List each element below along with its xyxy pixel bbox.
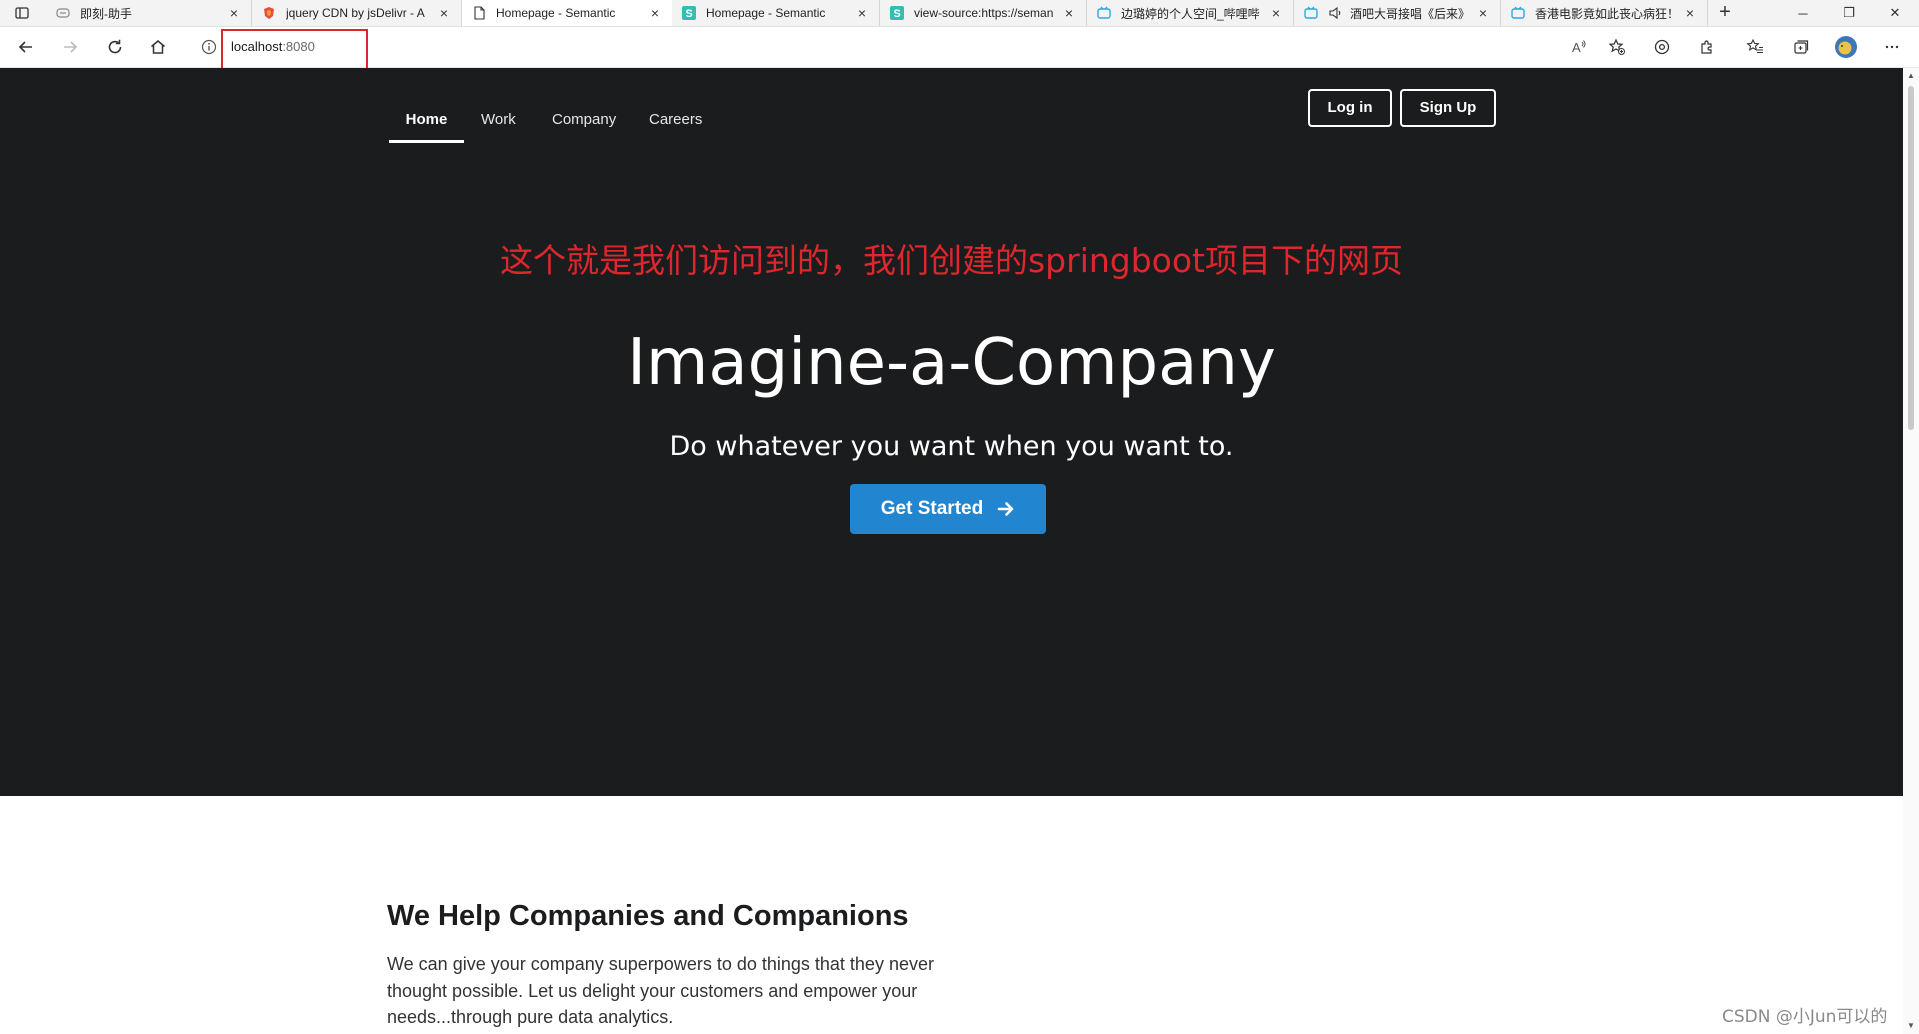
close-icon[interactable]: × <box>227 6 241 20</box>
minimize-button[interactable]: ─ <box>1780 0 1826 26</box>
svg-text:S: S <box>893 8 900 20</box>
new-tab-button[interactable]: + <box>1714 2 1736 24</box>
read-aloud-button[interactable]: A <box>1568 36 1590 58</box>
scroll-down-icon[interactable]: ▼ <box>1907 1022 1915 1030</box>
hero-segment: Home Work Company Careers Log in Sign Up… <box>0 68 1903 796</box>
tab-jsdelivr[interactable]: jquery CDN by jsDelivr - A × <box>252 0 462 26</box>
collections-button[interactable] <box>1790 36 1812 58</box>
nav-careers[interactable]: Careers <box>649 100 702 140</box>
speaker-icon[interactable] <box>1328 6 1342 20</box>
tracking-button[interactable] <box>1651 36 1673 58</box>
tab-title: Homepage - Semantic <box>496 6 616 20</box>
close-window-button[interactable]: ✕ <box>1872 0 1918 26</box>
bilibili-icon <box>1097 6 1111 20</box>
puzzle-icon <box>1701 40 1712 54</box>
tab-title: jquery CDN by jsDelivr - A <box>286 6 425 20</box>
extensions-button[interactable] <box>1696 36 1718 58</box>
semantic-s-icon: S <box>682 6 696 20</box>
close-icon[interactable]: × <box>855 6 869 20</box>
close-icon[interactable]: × <box>1476 6 1490 20</box>
page-scrollbar[interactable]: ▲ ▼ <box>1903 68 1919 1034</box>
arrow-right-icon <box>997 502 1014 516</box>
home-icon <box>151 40 165 54</box>
globe-icon <box>56 6 70 20</box>
arrow-right-icon <box>64 41 78 53</box>
arrow-left-icon <box>18 41 32 53</box>
collections-icon <box>1794 40 1809 54</box>
get-started-button[interactable]: Get Started <box>850 484 1046 534</box>
info-icon[interactable] <box>201 39 217 55</box>
refresh-icon <box>108 39 122 54</box>
nav-work[interactable]: Work <box>481 100 516 140</box>
read-aloud-icon: A <box>1572 40 1586 55</box>
tab-title: Homepage - Semantic <box>706 6 826 20</box>
tab-view-source[interactable]: S view-source:https://seman × <box>880 0 1087 26</box>
page-icon <box>472 6 486 20</box>
svg-text:A: A <box>1572 40 1581 55</box>
svg-text:S: S <box>685 8 692 20</box>
semantic-s-icon: S <box>890 6 904 20</box>
page-viewport: Home Work Company Careers Log in Sign Up… <box>0 68 1903 1034</box>
get-started-label: Get Started <box>880 498 984 519</box>
signup-button[interactable]: Sign Up <box>1400 89 1496 127</box>
close-icon[interactable]: × <box>1062 6 1076 20</box>
eye-icon <box>1654 39 1670 55</box>
tab-strip: 即刻-助手 × jquery CDN by jsDelivr - A × Hom… <box>0 0 1919 27</box>
close-icon[interactable]: × <box>1269 6 1283 20</box>
tab-title: 即刻-助手 <box>80 6 132 21</box>
section-body: We can give your company superpowers to … <box>387 954 934 1027</box>
favorites-list-icon <box>1746 38 1763 54</box>
tab-title: view-source:https://seman <box>914 6 1054 20</box>
add-favorite-button[interactable] <box>1606 36 1628 58</box>
profile-avatar[interactable] <box>1834 35 1858 59</box>
forward-button[interactable] <box>59 36 81 58</box>
refresh-button[interactable] <box>104 36 126 58</box>
tab-bilibili-film[interactable]: 香港电影竟如此丧心病狂！ × <box>1501 0 1708 26</box>
address-bar[interactable]: localhost:8080 <box>195 31 1622 63</box>
back-button[interactable] <box>15 36 37 58</box>
tab-title: 边璐婷的个人空间_哔哩哔 <box>1121 6 1260 21</box>
tab-homepage[interactable]: S Homepage - Semantic × <box>672 0 880 26</box>
content-section: We Help Companies and Companions We can … <box>0 796 1903 1034</box>
csdn-watermark: CSDN @小Jun可以的 <box>1722 1007 1888 1027</box>
close-icon[interactable]: × <box>648 6 662 20</box>
restore-button[interactable]: ❐ <box>1826 0 1872 26</box>
scroll-up-icon[interactable]: ▲ <box>1907 72 1915 80</box>
close-icon[interactable]: × <box>1683 6 1697 20</box>
scrollbar-thumb[interactable] <box>1908 86 1914 430</box>
hero-subtitle: Do whatever you want when you want to. <box>669 431 1234 462</box>
section-heading: We Help Companies and Companions <box>387 900 909 932</box>
star-add-icon <box>1608 38 1625 55</box>
tab-title: 酒吧大哥接唱《后来》 <box>1350 6 1470 21</box>
login-button[interactable]: Log in <box>1308 89 1392 127</box>
more-icon <box>1885 45 1899 49</box>
tab-jike[interactable]: 即刻-助手 × <box>46 0 252 26</box>
tab-homepage-active[interactable]: Homepage - Semantic × <box>462 0 672 26</box>
nav-home[interactable]: Home <box>389 100 464 143</box>
hero-title: Imagine-a-Company <box>627 326 1276 400</box>
annotation-text: 这个就是我们访问到的，我们创建的springboot项目下的网页 <box>499 241 1403 280</box>
close-icon[interactable]: × <box>437 6 451 20</box>
bilibili-icon <box>1511 6 1525 20</box>
tab-bilibili-space[interactable]: 边璐婷的个人空间_哔哩哔 × <box>1087 0 1294 26</box>
bilibili-icon <box>1304 6 1318 20</box>
more-button[interactable] <box>1881 36 1903 58</box>
home-button[interactable] <box>147 36 169 58</box>
tab-actions-icon[interactable] <box>14 5 30 21</box>
tab-bilibili-video[interactable]: 酒吧大哥接唱《后来》 × <box>1294 0 1501 26</box>
nav-company[interactable]: Company <box>552 100 616 140</box>
tab-title: 香港电影竟如此丧心病狂！ <box>1535 6 1677 21</box>
favorites-button[interactable] <box>1744 36 1766 58</box>
avatar-icon <box>1835 36 1857 58</box>
jsdelivr-icon <box>262 6 276 20</box>
